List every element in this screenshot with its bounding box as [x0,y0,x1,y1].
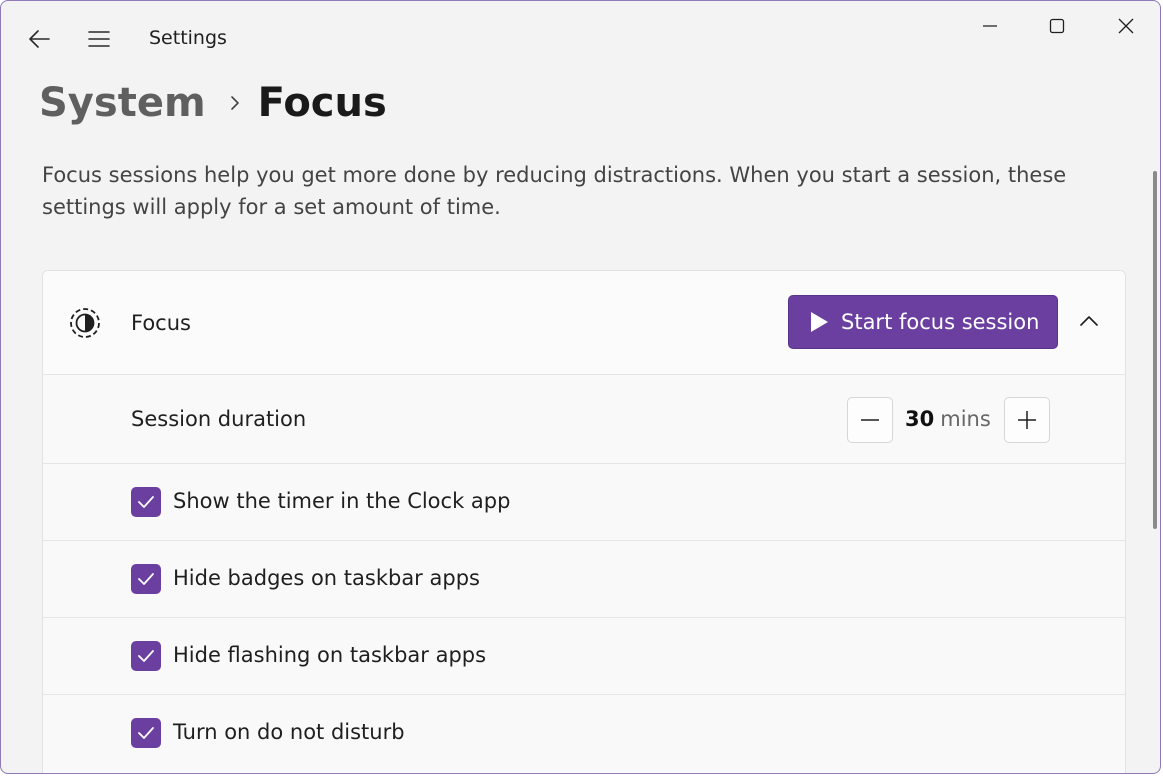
breadcrumb-system-link[interactable]: System [39,80,206,126]
duration-unit: mins [940,407,991,431]
hide-badges-checkbox[interactable] [131,564,161,594]
focus-timer-icon [70,308,100,338]
duration-value: 30 mins [905,407,991,431]
checkmark-icon [138,650,154,662]
back-arrow-icon [29,30,50,48]
plus-icon [1018,411,1036,429]
checkmark-icon [138,496,154,508]
session-duration-label: Session duration [131,407,307,431]
option-row-show-timer[interactable]: Show the timer in the Clock app [43,464,1125,541]
collapse-button[interactable] [1073,305,1105,337]
app-title: Settings [149,27,227,49]
hide-badges-label: Hide badges on taskbar apps [173,566,480,590]
hide-flashing-label: Hide flashing on taskbar apps [173,643,487,667]
chevron-right-icon [230,95,240,111]
maximize-icon [1049,18,1065,34]
back-button[interactable] [19,19,59,59]
play-icon [809,311,829,333]
minimize-button[interactable] [967,9,1013,43]
focus-label: Focus [131,311,191,335]
breadcrumb: System Focus [39,75,387,131]
page-description: Focus sessions help you get more done by… [42,163,1067,219]
start-focus-session-button[interactable]: Start focus session [788,295,1058,349]
option-row-hide-badges[interactable]: Hide badges on taskbar apps [43,541,1125,618]
duration-number: 30 [905,407,935,431]
minus-icon [861,419,879,421]
show-timer-checkbox[interactable] [131,487,161,517]
hamburger-menu-icon [88,31,110,47]
do-not-disturb-label: Turn on do not disturb [173,720,405,744]
maximize-button[interactable] [1034,9,1080,43]
checkmark-icon [138,727,154,739]
do-not-disturb-checkbox[interactable] [131,718,161,748]
focus-header-row[interactable]: Focus Start focus session [43,271,1125,375]
show-timer-label: Show the timer in the Clock app [173,489,511,513]
settings-window: Settings System Focus Focus sessions hel… [0,0,1161,774]
close-icon [1118,18,1134,34]
option-row-hide-flashing[interactable]: Hide flashing on taskbar apps [43,618,1125,695]
page-title: Focus [257,80,387,126]
minimize-icon [983,25,997,27]
start-focus-session-label: Start focus session [841,310,1040,334]
chevron-up-icon [1080,316,1098,326]
decrease-duration-button[interactable] [847,397,893,443]
scrollbar[interactable] [1153,171,1157,529]
checkmark-icon [138,573,154,585]
focus-settings-card: Focus Start focus session Session durati… [42,270,1126,773]
increase-duration-button[interactable] [1004,397,1050,443]
hide-flashing-checkbox[interactable] [131,641,161,671]
navigation-menu-button[interactable] [79,19,119,59]
title-bar: Settings [1,1,1160,73]
session-duration-row: Session duration 30 mins [43,375,1125,464]
close-button[interactable] [1103,9,1149,43]
option-row-do-not-disturb[interactable]: Turn on do not disturb [43,695,1125,772]
